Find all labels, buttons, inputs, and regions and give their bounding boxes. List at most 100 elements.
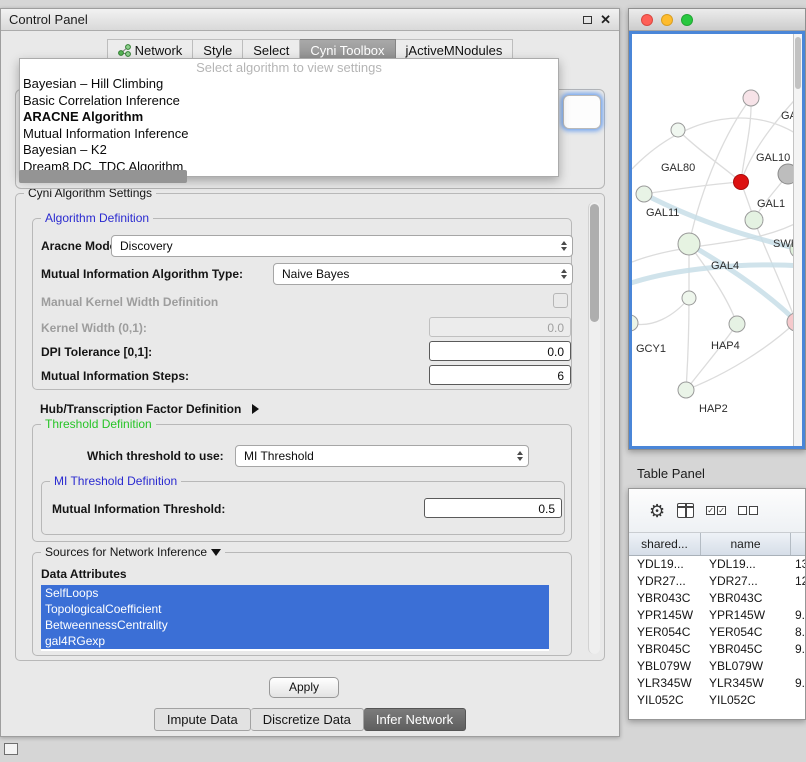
column-header-cut[interactable] <box>791 533 805 555</box>
node-hap4[interactable] <box>729 316 745 332</box>
checked-box-icon: ✓ <box>717 506 726 515</box>
cell: YBR045C <box>629 641 701 658</box>
table-row[interactable]: YIL052C YIL052C <box>629 692 805 709</box>
gear-icon[interactable]: ⚙ <box>649 502 665 520</box>
network-canvas[interactable]: GAL80 GAL7 GAL10 GAL11 GAL1 SWI4 GAL4 GC… <box>629 31 805 449</box>
mi-algorithm-type-select[interactable]: Naive Bayes <box>273 263 573 285</box>
close-icon[interactable]: ✕ <box>600 12 611 28</box>
network-icon <box>118 44 131 57</box>
algorithm-definition-title: Algorithm Definition <box>41 211 153 225</box>
kernel-width-label: Kernel Width (0,1): <box>41 321 147 335</box>
sources-title-row[interactable]: Sources for Network Inference <box>41 545 225 559</box>
algorithm-option[interactable]: Basic Correlation Inference <box>20 93 558 110</box>
threshold-select[interactable]: MI Threshold <box>235 445 529 467</box>
node[interactable] <box>682 291 696 305</box>
node-gcy1[interactable] <box>632 315 638 331</box>
table-row[interactable]: YDL19... YDL19... 13 <box>629 556 805 573</box>
cell <box>791 590 805 607</box>
settings-scrollbar-thumb[interactable] <box>590 204 599 322</box>
attribute-item[interactable]: BetweennessCentrality <box>41 617 549 633</box>
mi-steps-field[interactable]: 6 <box>429 365 571 385</box>
table-row[interactable]: YBL079W YBL079W <box>629 658 805 675</box>
cell <box>791 692 805 709</box>
window-zoom-button[interactable] <box>681 14 693 26</box>
mi-threshold-field[interactable]: 0.5 <box>424 498 562 518</box>
table-row[interactable]: YLR345W YLR345W 9. <box>629 675 805 692</box>
window-minimize-button[interactable] <box>661 14 673 26</box>
network-graph: GAL80 GAL7 GAL10 GAL11 GAL1 SWI4 GAL4 GC… <box>632 34 804 448</box>
mi-threshold-definition-title: MI Threshold Definition <box>50 474 181 488</box>
attribute-item[interactable]: TopologicalCoefficient <box>41 601 549 617</box>
network-scrollbar-thumb[interactable] <box>795 37 801 89</box>
panel-dock-icon[interactable] <box>4 743 18 755</box>
cell: YER054C <box>629 624 701 641</box>
algorithm-option[interactable]: Mutual Information Inference <box>20 126 558 143</box>
node-label: GAL10 <box>756 152 790 164</box>
node-gal1[interactable] <box>745 211 763 229</box>
manual-kernel-width-label: Manual Kernel Width Definition <box>41 295 218 309</box>
dpi-tolerance-label: DPI Tolerance [0,1]: <box>41 345 152 359</box>
node-hap2[interactable] <box>678 382 694 398</box>
node-label: GAL80 <box>661 162 695 174</box>
cell: YPR145W <box>701 607 791 624</box>
dropdown-prompt: Select algorithm to view settings <box>20 59 558 76</box>
window-close-button[interactable] <box>641 14 653 26</box>
apply-button[interactable]: Apply <box>269 677 339 698</box>
algorithm-dropdown-list: Select algorithm to view settings Bayesi… <box>19 58 559 177</box>
column-header-name[interactable]: name <box>701 533 791 555</box>
cell: 8. <box>791 624 805 641</box>
manual-kernel-width-checkbox[interactable] <box>553 293 568 308</box>
network-scrollbar[interactable] <box>793 34 802 446</box>
table-body: YDL19... YDL19... 13 YDR27... YDR27... 1… <box>629 556 805 719</box>
threshold-definition-group: Threshold Definition Which threshold to … <box>32 424 572 542</box>
combo-arrows-icon <box>561 241 567 251</box>
float-window-icon[interactable] <box>583 16 592 24</box>
tab-impute-data[interactable]: Impute Data <box>154 708 251 731</box>
cell: 13 <box>791 556 805 573</box>
node-gal11[interactable] <box>636 186 652 202</box>
kernel-width-field[interactable]: 0.0 <box>429 317 571 337</box>
aracne-mode-select[interactable]: Discovery <box>111 235 573 257</box>
algorithm-option[interactable]: Bayesian – Hill Climbing <box>20 76 558 93</box>
focused-toolbar-button[interactable] <box>563 95 601 129</box>
show-columns-icon[interactable] <box>677 503 694 518</box>
unchecked-box-icon <box>738 506 747 515</box>
tab-cyni-label: Cyni Toolbox <box>310 43 384 58</box>
network-view-window: GAL80 GAL7 GAL10 GAL11 GAL1 SWI4 GAL4 GC… <box>628 8 806 450</box>
network-window-titlebar <box>629 9 805 31</box>
node-gal80[interactable] <box>671 123 685 137</box>
node-label: GAL11 <box>646 207 679 219</box>
aracne-mode-value: Discovery <box>120 239 173 253</box>
threshold-definition-title: Threshold Definition <box>41 417 156 431</box>
table-row[interactable]: YER054C YER054C 8. <box>629 624 805 641</box>
hub-tf-definition-expander[interactable]: Hub/Transcription Factor Definition <box>40 400 259 418</box>
node[interactable] <box>743 90 759 106</box>
mi-steps-label: Mutual Information Steps: <box>41 369 189 383</box>
cell: YLR345W <box>701 675 791 692</box>
tab-jactive-label: jActiveMNodules <box>406 43 503 58</box>
dpi-tolerance-field[interactable]: 0.0 <box>429 341 571 361</box>
cell: YLR345W <box>629 675 701 692</box>
table-row[interactable]: YPR145W YPR145W 9. <box>629 607 805 624</box>
cell: 9. <box>791 641 805 658</box>
tab-discretize-data[interactable]: Discretize Data <box>251 708 364 731</box>
mi-threshold-definition-group: MI Threshold Definition Mutual Informati… <box>41 481 565 535</box>
unselect-all-icon[interactable] <box>738 506 758 515</box>
attribute-item[interactable]: SelfLoops <box>41 585 549 601</box>
settings-scrollbar[interactable] <box>588 202 600 654</box>
algorithm-option[interactable]: Bayesian – K2 <box>20 142 558 159</box>
table-row[interactable]: YBR045C YBR045C 9. <box>629 641 805 658</box>
table-row[interactable]: YDR27... YDR27... 12 <box>629 573 805 590</box>
cell: YBR043C <box>629 590 701 607</box>
node-gal4[interactable] <box>678 233 700 255</box>
node-label: GAL1 <box>757 198 785 210</box>
attribute-item[interactable]: gal4RGexp <box>41 633 549 649</box>
tab-network-label: Network <box>135 43 183 58</box>
table-row[interactable]: YBR043C YBR043C <box>629 590 805 607</box>
combo-arrows-icon <box>517 451 523 461</box>
select-all-icon[interactable]: ✓ ✓ <box>706 506 726 515</box>
tab-infer-network[interactable]: Infer Network <box>364 708 466 731</box>
node-gal10-red[interactable] <box>734 175 749 190</box>
column-header-shared-name[interactable]: shared... <box>629 533 701 555</box>
algorithm-option-selected[interactable]: ARACNE Algorithm <box>20 109 558 126</box>
